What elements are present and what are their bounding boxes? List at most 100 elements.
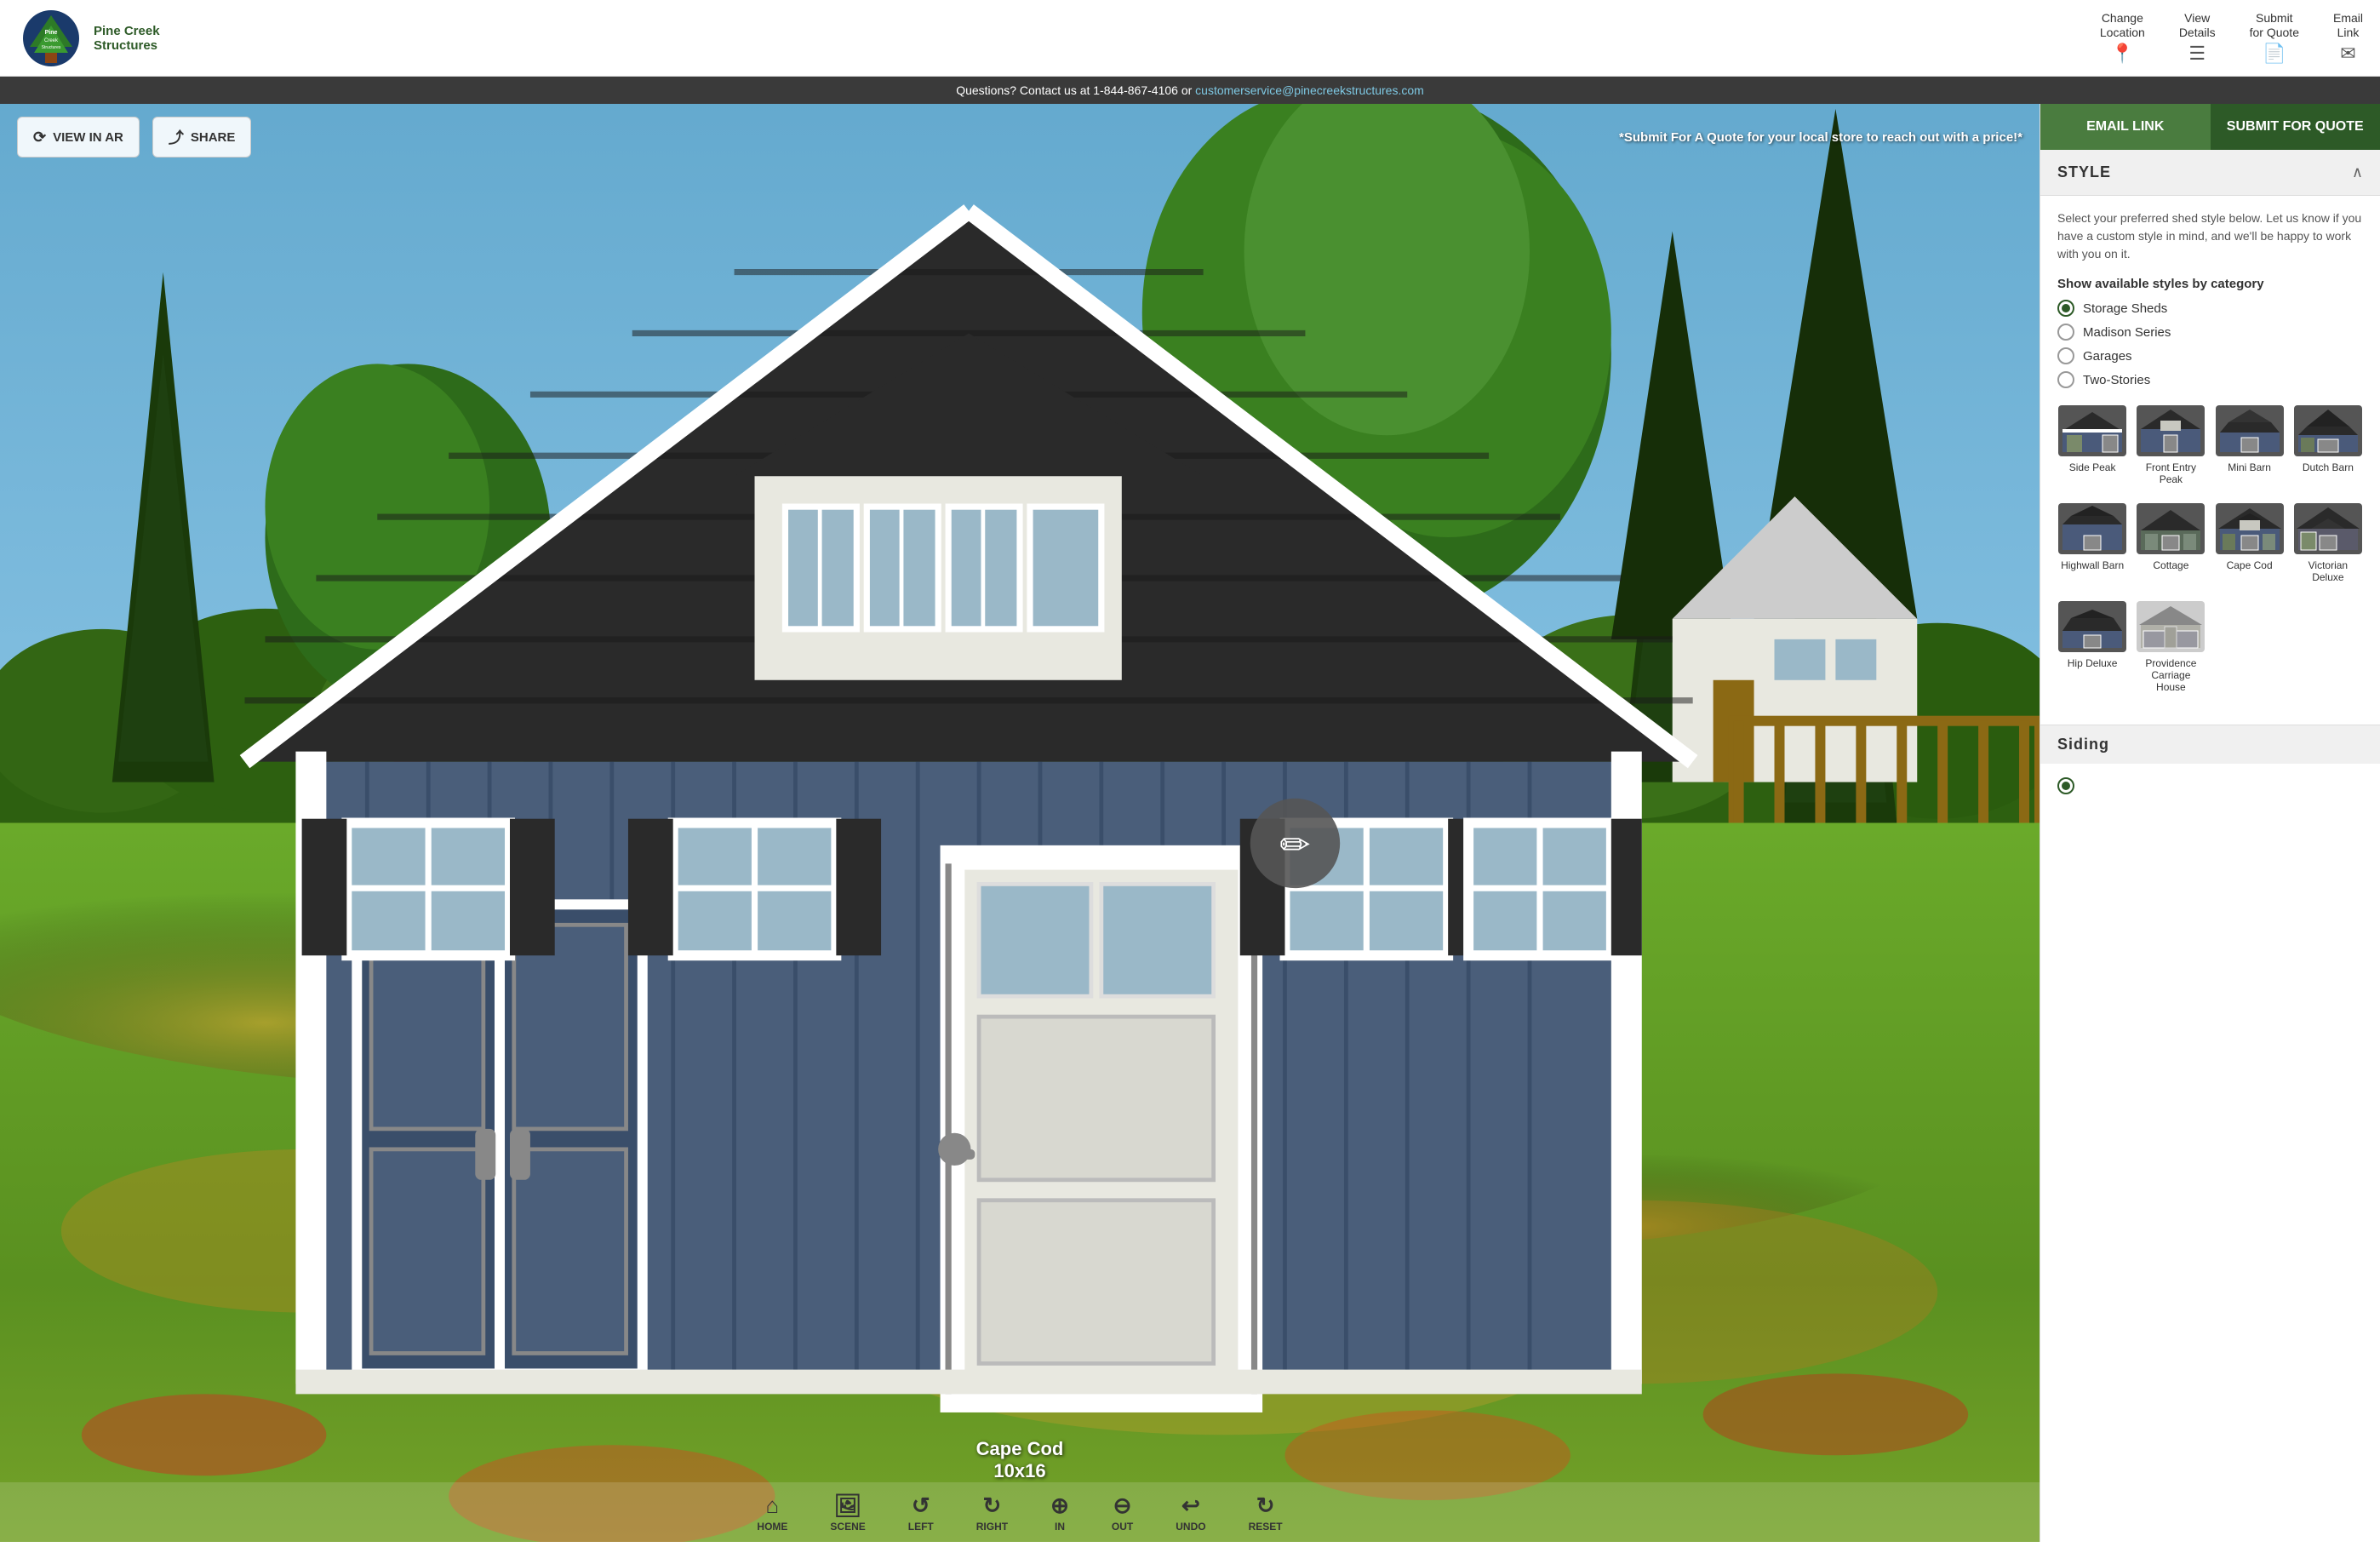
radio-madison-series-indicator (2057, 324, 2074, 341)
viewer-controls: ⌂ HOME 🖼 SCENE ↺ LEFT ↻ RIGHT ⊕ IN ⊖ OUT (0, 1482, 2040, 1542)
list-icon: ☰ (2188, 43, 2206, 65)
zoom-in-icon: ⊕ (1050, 1493, 1069, 1519)
mini-barn-thumb (2216, 405, 2284, 456)
radio-madison-series[interactable]: Madison Series (2057, 324, 2363, 341)
hip-deluxe-thumb (2058, 601, 2126, 652)
shed-option-cottage[interactable]: Cottage (2136, 503, 2206, 584)
share-icon: ⤴ (169, 126, 184, 148)
cape-cod-thumb (2216, 503, 2284, 554)
control-reset[interactable]: ↻ RESET (1249, 1493, 1283, 1533)
shed-style-grid-row3: Hip Deluxe Pr (2057, 601, 2363, 694)
radio-garages-indicator (2057, 347, 2074, 364)
right-panel: EMAIL LINK SUBMIT FOR QUOTE STYLE ∧ Sele… (2040, 104, 2380, 1542)
submit-info-text: *Submit For A Quote for your local store… (1619, 130, 2022, 145)
cape-cod-label: Cape Cod (2227, 559, 2273, 571)
viewer-toolbar: ⟳ VIEW IN AR ⤴ SHARE *Submit For A Quote… (0, 104, 2040, 170)
siding-section-header[interactable]: Siding (2040, 725, 2380, 764)
victorian-deluxe-thumb (2294, 503, 2362, 554)
rotate-right-icon: ↻ (983, 1493, 1002, 1519)
location-icon: 📍 (2111, 43, 2134, 65)
radio-storage-sheds[interactable]: Storage Sheds (2057, 300, 2363, 317)
style-description: Select your preferred shed style below. … (2057, 209, 2363, 263)
dutch-barn-label: Dutch Barn (2303, 461, 2354, 473)
radio-storage-sheds-indicator (2057, 300, 2074, 317)
info-bar: Questions? Contact us at 1-844-867-4106 … (0, 77, 2380, 104)
cottage-thumb (2137, 503, 2205, 554)
control-undo[interactable]: ↩ UNDO (1176, 1493, 1205, 1533)
toolbar-left: ⟳ VIEW IN AR ⤴ SHARE (17, 117, 251, 158)
submit-for-quote-button[interactable]: SUBMIT FOR QUOTE (2211, 104, 2380, 150)
control-left[interactable]: ↺ LEFT (908, 1493, 934, 1533)
category-radio-group: Storage Sheds Madison Series Garages Two… (2057, 300, 2363, 388)
shed-style-grid-row1: Side Peak (2057, 405, 2363, 486)
panel-actions: EMAIL LINK SUBMIT FOR QUOTE (2040, 104, 2380, 150)
style-title: STYLE (2057, 163, 2111, 181)
radio-garages[interactable]: Garages (2057, 347, 2363, 364)
shed-option-hip-deluxe[interactable]: Hip Deluxe (2057, 601, 2127, 694)
victorian-deluxe-label: Victorian Deluxe (2293, 559, 2363, 584)
shed-label: Cape Cod 10x16 (976, 1438, 1064, 1482)
front-entry-peak-label: Front Entry Peak (2136, 461, 2206, 486)
control-zoom-out[interactable]: ⊖ OUT (1112, 1493, 1133, 1533)
shed-option-victorian-deluxe[interactable]: Victorian Deluxe (2293, 503, 2363, 584)
header-nav: ChangeLocation 📍 ViewDetails ☰ Submitfor… (2100, 11, 2363, 66)
siding-radio-indicator (2057, 777, 2074, 794)
email-link-button[interactable]: EMAIL LINK (2040, 104, 2211, 150)
category-label: Show available styles by category (2057, 277, 2363, 291)
style-section-header[interactable]: STYLE ∧ (2040, 150, 2380, 196)
shed-option-front-entry-peak[interactable]: Front Entry Peak (2136, 405, 2206, 486)
chevron-up-icon: ∧ (2352, 163, 2363, 181)
undo-icon: ↩ (1181, 1493, 1200, 1519)
zoom-out-icon: ⊖ (1113, 1493, 1132, 1519)
siding-content (2040, 764, 2380, 805)
control-right[interactable]: ↻ RIGHT (976, 1493, 1008, 1533)
svg-text:✏: ✏ (1279, 825, 1310, 866)
shed-option-providence-carriage-house[interactable]: Providence Carriage House (2136, 601, 2206, 694)
email-icon: ✉ (2340, 43, 2355, 65)
shed-option-mini-barn[interactable]: Mini Barn (2215, 405, 2285, 486)
svg-text:Creek: Creek (44, 38, 59, 43)
nav-view-details[interactable]: ViewDetails ☰ (2179, 11, 2216, 66)
shed-option-side-peak[interactable]: Side Peak (2057, 405, 2127, 486)
logo-area: Pine Creek Structures Pine Creek Structu… (17, 9, 160, 68)
nav-email-link[interactable]: EmailLink ✉ (2333, 11, 2363, 66)
side-peak-thumb (2058, 405, 2126, 456)
svg-text:Structures: Structures (42, 45, 61, 50)
view-ar-button[interactable]: ⟳ VIEW IN AR (17, 117, 140, 158)
shed-style-grid-row2: Highwall Barn (2057, 503, 2363, 584)
reset-icon: ↻ (1256, 1493, 1275, 1519)
header: Pine Creek Structures Pine Creek Structu… (0, 0, 2380, 77)
scene-icon: 🖼 (834, 1493, 862, 1519)
shed-option-highwall-barn[interactable]: Highwall Barn (2057, 503, 2127, 584)
share-button[interactable]: ⤴ SHARE (152, 117, 252, 158)
control-home[interactable]: ⌂ HOME (757, 1493, 787, 1533)
style-section: STYLE ∧ Select your preferred shed style… (2040, 150, 2380, 725)
document-icon: 📄 (2263, 43, 2286, 65)
nav-change-location[interactable]: ChangeLocation 📍 (2100, 11, 2145, 66)
highwall-barn-thumb (2058, 503, 2126, 554)
main-layout: ✏ ⟳ VIEW IN AR ⤴ SHARE *Submit For A Quo… (0, 104, 2380, 1542)
dutch-barn-thumb (2294, 405, 2362, 456)
logo-icon: Pine Creek Structures (17, 9, 85, 68)
logo-text: Pine Creek Structures (94, 24, 160, 53)
front-entry-peak-thumb (2137, 405, 2205, 456)
shed-option-dutch-barn[interactable]: Dutch Barn (2293, 405, 2363, 486)
style-content: Select your preferred shed style below. … (2040, 196, 2380, 725)
mini-barn-label: Mini Barn (2228, 461, 2271, 473)
nav-submit-quote[interactable]: Submitfor Quote 📄 (2250, 11, 2299, 66)
contact-email[interactable]: customerservice@pinecreekstructures.com (1195, 83, 1424, 97)
shed-option-cape-cod[interactable]: Cape Cod (2215, 503, 2285, 584)
home-icon: ⌂ (766, 1493, 780, 1519)
providence-carriage-house-label: Providence Carriage House (2136, 657, 2206, 694)
control-zoom-in[interactable]: ⊕ IN (1050, 1493, 1069, 1533)
ar-icon: ⟳ (33, 129, 46, 146)
background-scene: ✏ (0, 104, 2040, 1542)
radio-two-stories-indicator (2057, 371, 2074, 388)
rotate-left-icon: ↺ (912, 1493, 930, 1519)
siding-title: Siding (2057, 736, 2109, 753)
viewer-panel: ✏ ⟳ VIEW IN AR ⤴ SHARE *Submit For A Quo… (0, 104, 2040, 1542)
highwall-barn-label: Highwall Barn (2061, 559, 2124, 571)
radio-two-stories[interactable]: Two-Stories (2057, 371, 2363, 388)
providence-carriage-house-thumb (2137, 601, 2205, 652)
control-scene[interactable]: 🖼 SCENE (830, 1493, 865, 1533)
